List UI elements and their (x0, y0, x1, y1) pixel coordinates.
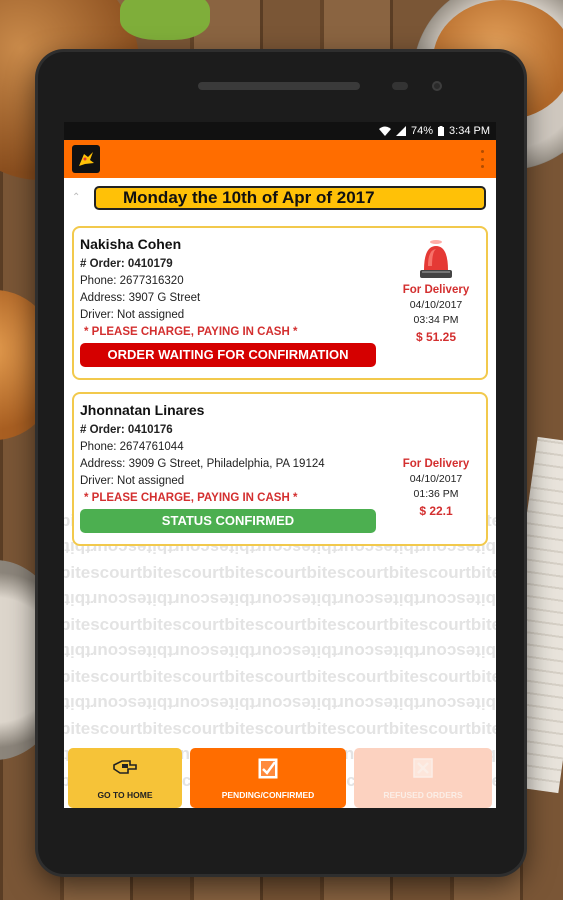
order-total: $ 22.1 (419, 504, 453, 518)
delivery-type: For Delivery (402, 458, 470, 470)
clock: 3:34 PM (449, 125, 490, 137)
phone: Phone: 2677316320 (80, 275, 184, 287)
sensor (392, 82, 408, 90)
customer-name: Nakisha Cohen (80, 236, 182, 252)
driver: Driver: Not assigned (80, 475, 185, 487)
order-date: 04/10/2017 (409, 473, 463, 485)
address: Address: 3909 G Street, Philadelphia, PA… (80, 458, 325, 470)
status-waiting-button[interactable]: ORDER WAITING FOR CONFIRMATION (80, 343, 376, 367)
address: Address: 3907 G Street (80, 292, 201, 304)
go-to-home-label: GO TO HOME (97, 790, 153, 800)
pending-confirmed-label: PENDING/CONFIRMED (221, 790, 315, 800)
order-date: 04/10/2017 (409, 299, 463, 311)
order-card[interactable]: Nakisha Cohen # Order: 0410179 Phone: 26… (72, 226, 488, 380)
battery-percent: 74% (411, 125, 434, 137)
orders-list[interactable]: bitescourtbitescourtbitescourtbitescourt… (64, 178, 496, 808)
app-logo-icon[interactable] (72, 145, 100, 173)
signal-icon (396, 126, 406, 136)
refused-orders-button[interactable]: REFUSED ORDERS (354, 748, 492, 808)
collapse-chevron-icon[interactable]: ⌃ (72, 192, 80, 203)
order-number: # Order: 0410176 (80, 424, 173, 436)
order-time: 03:34 PM (413, 314, 459, 326)
lettuce-image (120, 0, 210, 40)
app-bar (64, 140, 496, 178)
status-bar: 74% 3:34 PM (64, 122, 496, 140)
overflow-menu-icon[interactable] (480, 150, 484, 168)
battery-icon (438, 126, 445, 136)
order-number: # Order: 0410179 (80, 258, 173, 270)
checklist-icon (255, 756, 281, 780)
refused-orders-label: REFUSED ORDERS (383, 790, 463, 800)
app-screen: 74% 3:34 PM bitescourtbitescourtbitescou… (64, 122, 496, 808)
customer-name: Jhonnatan Linares (80, 402, 205, 418)
driver: Driver: Not assigned (80, 309, 185, 321)
tablet-device: 74% 3:34 PM bitescourtbitescourtbitescou… (38, 52, 524, 874)
bottom-navigation: GO TO HOME PENDING/CONFIRMED REFUSED ORD… (64, 748, 496, 808)
wifi-icon (379, 126, 391, 136)
go-to-home-button[interactable]: GO TO HOME (68, 748, 182, 808)
order-time: 01:36 PM (413, 488, 459, 500)
home-hand-icon (112, 756, 138, 780)
delivery-type: For Delivery (402, 284, 470, 296)
speaker-grille (198, 82, 360, 90)
refused-icon (410, 756, 436, 780)
siren-icon (416, 238, 456, 280)
cash-note: * PLEASE CHARGE, PAYING IN CASH * (84, 326, 298, 338)
pending-confirmed-button[interactable]: PENDING/CONFIRMED (190, 748, 346, 808)
order-card[interactable]: Jhonnatan Linares # Order: 0410176 Phone… (72, 392, 488, 546)
status-confirmed-button[interactable]: STATUS CONFIRMED (80, 509, 376, 533)
phone: Phone: 2674761044 (80, 441, 184, 453)
cash-note: * PLEASE CHARGE, PAYING IN CASH * (84, 492, 298, 504)
front-camera (432, 81, 442, 91)
order-total: $ 51.25 (415, 330, 457, 344)
date-header: Monday the 10th of Apr of 2017 (94, 186, 486, 210)
